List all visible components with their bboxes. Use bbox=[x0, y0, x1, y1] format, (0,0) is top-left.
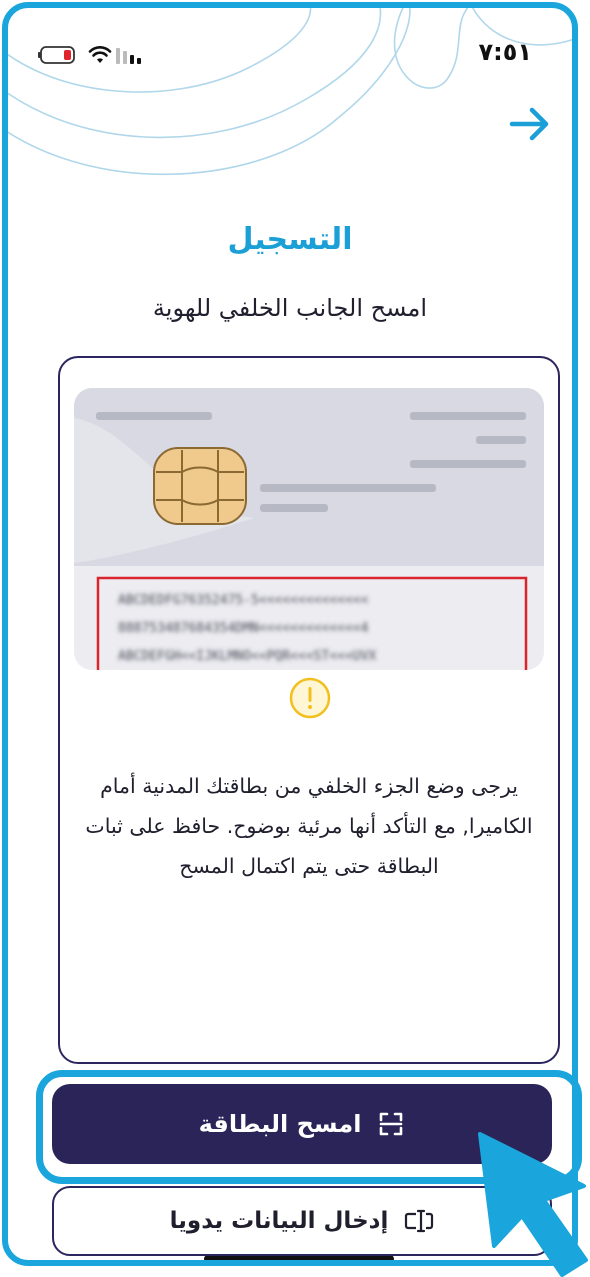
manual-entry-label: إدخال البيانات يدويا bbox=[169, 1208, 389, 1234]
mrz-line-3: ABCDEFGH<<IJKLMNO<<PQR<<<ST<<<UVX bbox=[118, 649, 376, 664]
instruction-text: يرجى وضع الجزء الخلفي من بطاقتك المدنية … bbox=[85, 774, 533, 878]
scan-frame-icon bbox=[380, 1112, 403, 1136]
mrz-line-1: ABCDEDFG76352475-5<<<<<<<<<<<<<< bbox=[118, 593, 369, 608]
mrz-line-2: 888753487684354DMN<<<<<<<<<<<<<4 bbox=[118, 621, 369, 636]
home-indicator bbox=[204, 1255, 394, 1260]
page-title: التسجيل bbox=[227, 222, 353, 257]
wifi-icon bbox=[88, 46, 112, 63]
page-subtitle: امسح الجانب الخلفي للهوية bbox=[152, 294, 428, 322]
arrow-right-icon[interactable] bbox=[506, 104, 554, 144]
instruction-panel: ABCDEDFG76352475-5<<<<<<<<<<<<<< 8887534… bbox=[58, 356, 560, 1064]
pointer-cursor-icon bbox=[478, 1132, 588, 1277]
warning-icon bbox=[289, 677, 331, 719]
chip-icon bbox=[153, 447, 247, 525]
id-card-back-illustration: ABCDEDFG76352475-5<<<<<<<<<<<<<< 8887534… bbox=[74, 388, 544, 670]
scan-card-label: امسح البطاقة bbox=[198, 1110, 362, 1138]
text-cursor-input-icon bbox=[405, 1209, 434, 1233]
battery-icon bbox=[38, 46, 75, 64]
status-time: ٧:٥١ bbox=[478, 38, 532, 66]
cellular-signal-icon bbox=[116, 48, 141, 64]
